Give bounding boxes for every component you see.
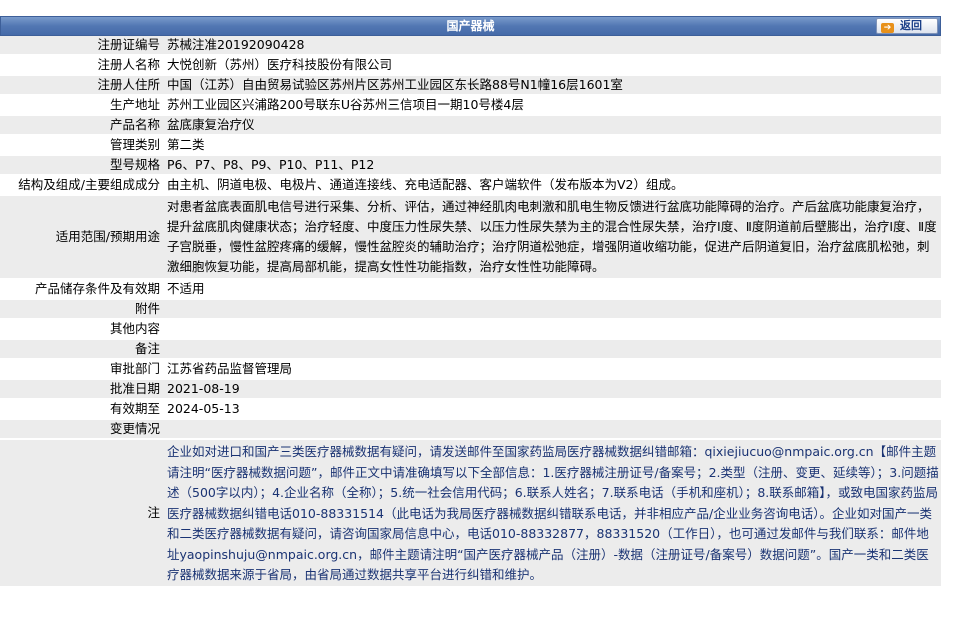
- table-row: 附件: [0, 299, 941, 320]
- table-row: 有效期至 2024-05-13: [0, 399, 941, 420]
- field-label: 结构及组成/主要组成成分: [0, 175, 163, 196]
- field-value: 第二类: [163, 135, 941, 156]
- field-value: [163, 419, 941, 440]
- field-label: 有效期至: [0, 399, 163, 420]
- back-button-label: 返回: [900, 19, 922, 32]
- field-value: 中国（江苏）自由贸易试验区苏州片区苏州工业园区东长路88号N1幢16层1601室: [163, 75, 941, 96]
- note-label: 注: [0, 439, 163, 588]
- field-value: 盆底康复治疗仪: [163, 115, 941, 136]
- note-text: 企业如对进口和国产三类医疗器械数据有疑问，请发送邮件至国家药监局医疗器械数据纠错…: [163, 439, 941, 588]
- table-row: 审批部门 江苏省药品监督管理局: [0, 359, 941, 380]
- field-value: P6、P7、P8、P9、P10、P11、P12: [163, 155, 941, 176]
- field-value: 苏械注准20192090428: [163, 36, 941, 56]
- field-value: 江苏省药品监督管理局: [163, 359, 941, 380]
- table-row: 注册人住所 中国（江苏）自由贸易试验区苏州片区苏州工业园区东长路88号N1幢16层…: [0, 75, 941, 96]
- table-row: 产品名称 盆底康复治疗仪: [0, 115, 941, 136]
- note-row: 注企业如对进口和国产三类医疗器械数据有疑问，请发送邮件至国家药监局医疗器械数据纠…: [0, 439, 941, 588]
- field-label: 变更情况: [0, 419, 163, 440]
- arrow-right-icon: ➔: [881, 23, 894, 33]
- table-row: 管理类别 第二类: [0, 135, 941, 156]
- field-label: 适用范围/预期用途: [0, 195, 163, 280]
- field-label: 备注: [0, 339, 163, 360]
- table-row: 适用范围/预期用途 对患者盆底表面肌电信号进行采集、分析、评估，通过神经肌肉电刺激…: [0, 195, 941, 280]
- field-label: 批准日期: [0, 379, 163, 400]
- page-title: 国产器械: [446, 19, 495, 33]
- table-row: 型号规格 P6、P7、P8、P9、P10、P11、P12: [0, 155, 941, 176]
- table-row: 备注: [0, 339, 941, 360]
- field-value: [163, 299, 941, 320]
- field-label: 生产地址: [0, 95, 163, 116]
- field-label: 管理类别: [0, 135, 163, 156]
- table-row: 注册证编号 苏械注准20192090428: [0, 36, 941, 56]
- field-value: 2021-08-19: [163, 379, 941, 400]
- field-value: [163, 319, 941, 340]
- field-label: 注册证编号: [0, 36, 163, 56]
- field-label: 型号规格: [0, 155, 163, 176]
- detail-table: 注册证编号 苏械注准20192090428 注册人名称 大悦创新（苏州）医疗科技股份有…: [0, 36, 941, 588]
- page-header: 国产器械 ➔ 返回: [0, 16, 941, 36]
- field-label: 其他内容: [0, 319, 163, 340]
- field-value: 苏州工业园区兴浦路200号联东U谷苏州三信项目一期10号楼4层: [163, 95, 941, 116]
- table-row: 产品储存条件及有效期 不适用: [0, 279, 941, 300]
- table-row: 结构及组成/主要组成成分 由主机、阴道电极、电极片、通道连接线、充电适配器、客户端…: [0, 175, 941, 196]
- table-row: 变更情况: [0, 419, 941, 440]
- field-value: 对患者盆底表面肌电信号进行采集、分析、评估，通过神经肌肉电刺激和肌电生物反馈进行…: [163, 195, 941, 280]
- table-row: 注册人名称 大悦创新（苏州）医疗科技股份有限公司: [0, 55, 941, 76]
- table-row: 批准日期 2021-08-19: [0, 379, 941, 400]
- field-label: 附件: [0, 299, 163, 320]
- field-value: 不适用: [163, 279, 941, 300]
- field-label: 注册人住所: [0, 75, 163, 96]
- field-value: 2024-05-13: [163, 399, 941, 420]
- table-row: 其他内容: [0, 319, 941, 340]
- field-value: 由主机、阴道电极、电极片、通道连接线、充电适配器、客户端软件（发布版本为V2）组…: [163, 175, 941, 196]
- table-row: 生产地址 苏州工业园区兴浦路200号联东U谷苏州三信项目一期10号楼4层: [0, 95, 941, 116]
- back-button[interactable]: ➔ 返回: [876, 18, 938, 34]
- field-value: [163, 339, 941, 360]
- field-label: 审批部门: [0, 359, 163, 380]
- field-label: 注册人名称: [0, 55, 163, 76]
- field-label: 产品名称: [0, 115, 163, 136]
- field-label: 产品储存条件及有效期: [0, 279, 163, 300]
- field-value: 大悦创新（苏州）医疗科技股份有限公司: [163, 55, 941, 76]
